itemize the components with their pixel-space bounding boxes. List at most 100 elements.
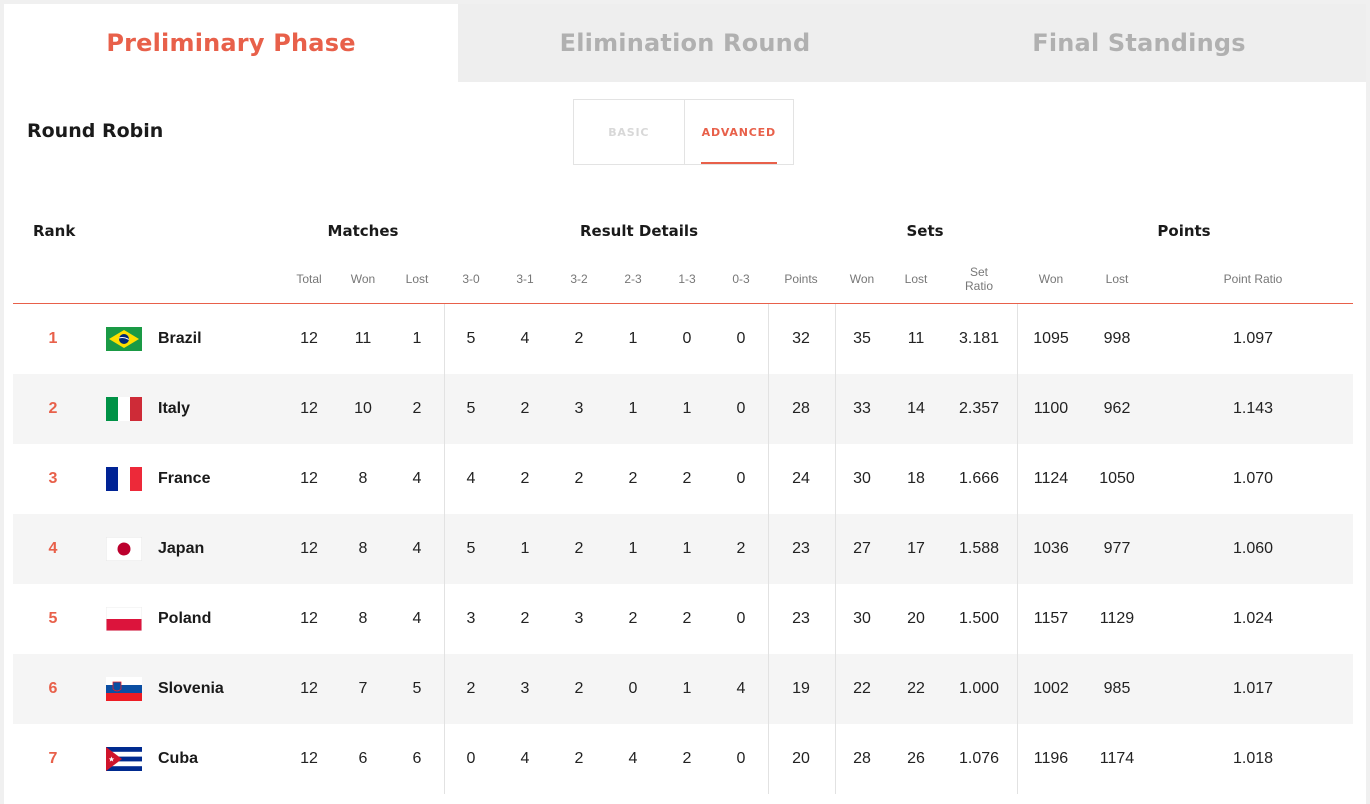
table-row[interactable]: 4 Japan 12 8 4 5 1 2 1 1 2 23 27 17 1.588 1036 977 1.060 [13,514,1353,584]
r32-cell: 2 [574,330,584,347]
column-header-sets-lost: Lost [904,272,928,286]
lost-cell: 4 [412,470,422,487]
column-header-pts-won: Won [1038,272,1064,286]
sets-lost-cell: 26 [907,750,925,767]
team-name[interactable]: Poland [158,584,211,654]
r23-cell: 2 [628,610,638,627]
won-cell: 10 [354,400,372,417]
total-cell: 12 [300,400,318,417]
table-body: 1 Brazil 12 11 1 5 4 2 1 0 0 32 35 11 3.181 1095 998 1.09… [13,304,1353,794]
total-cell: 12 [300,470,318,487]
column-divider [1017,654,1018,724]
advanced-view-button[interactable]: ADVANCED [683,100,794,164]
column-header-points: Points [784,272,818,286]
column-header-r03: 0-3 [732,272,750,286]
tab-preliminary-phase[interactable]: Preliminary Phase [4,4,458,82]
table-row[interactable]: 1 Brazil 12 11 1 5 4 2 1 0 0 32 35 11 3.181 1095 998 1.09… [13,304,1353,374]
tab-final-standings[interactable]: Final Standings [912,4,1366,82]
sets-lost-cell: 17 [907,540,925,557]
standings-table: Rank Matches Result Details Sets Points … [13,210,1353,794]
france-flag-icon [106,467,142,491]
r32-cell: 3 [574,610,584,627]
sets-won-cell: 33 [853,400,871,417]
r30-cell: 4 [466,470,476,487]
r13-cell: 1 [682,400,692,417]
rank-cell: 7 [48,750,58,767]
point-ratio-cell: 1.143 [1232,400,1274,417]
lost-cell: 4 [412,610,422,627]
r32-cell: 2 [574,470,584,487]
column-divider [835,654,836,724]
won-cell: 7 [358,680,368,697]
r30-cell: 0 [466,750,476,767]
team-name[interactable]: Slovenia [158,654,224,724]
total-cell: 12 [300,680,318,697]
rank-cell: 1 [48,330,58,347]
sets-lost-cell: 14 [907,400,925,417]
team-name[interactable]: Italy [158,374,190,444]
view-toggle: BASIC ADVANCED [573,99,794,165]
r03-cell: 2 [736,540,746,557]
r32-cell: 2 [574,680,584,697]
column-divider [1017,374,1018,444]
pts-won-cell: 1002 [1033,680,1069,697]
r23-cell: 4 [628,750,638,767]
r03-cell: 0 [736,330,746,347]
cuba-flag-icon [106,747,142,771]
r23-cell: 1 [628,540,638,557]
table-row[interactable]: 2 Italy 12 10 2 5 2 3 1 1 0 28 33 14 2.357 1100 962 1.143 [13,374,1353,444]
lost-cell: 4 [412,540,422,557]
table-row[interactable]: 7 Cuba 12 6 6 0 4 2 4 2 0 20 28 26 1.076 1196 1174 1.018 [13,724,1353,794]
result-details-header: Result Details [580,222,698,240]
point-ratio-cell: 1.097 [1232,330,1274,347]
column-divider [444,724,445,794]
team-name[interactable]: France [158,444,210,514]
won-cell: 8 [358,540,368,557]
rank-cell: 5 [48,610,58,627]
points-cell: 28 [792,400,810,417]
sets-header: Sets [906,222,944,240]
column-divider [768,654,769,724]
point-ratio-cell: 1.018 [1232,750,1274,767]
table-row[interactable]: 6 Slovenia 12 7 5 2 3 2 0 1 4 19 22 22 1.000 1002 985 1.0… [13,654,1353,724]
table-row[interactable]: 5 Poland 12 8 4 3 2 3 2 2 0 23 30 20 1.500 1157 1129 1.02… [13,584,1353,654]
pts-lost-cell: 977 [1103,540,1131,557]
italy-flag-icon [106,397,142,421]
sets-won-cell: 30 [853,470,871,487]
points-header: Points [1157,222,1211,240]
r31-cell: 2 [520,610,530,627]
r23-cell: 0 [628,680,638,697]
team-name[interactable]: Brazil [158,304,202,374]
total-cell: 12 [300,610,318,627]
column-divider [835,444,836,514]
pts-lost-cell: 1050 [1099,470,1135,487]
r03-cell: 0 [736,750,746,767]
rank-header: Rank [33,222,76,240]
total-cell: 12 [300,330,318,347]
table-row[interactable]: 3 France 12 8 4 4 2 2 2 2 0 24 30 18 1.666 1124 1050 1.07… [13,444,1353,514]
column-divider [1017,444,1018,514]
point-ratio-cell: 1.017 [1232,680,1274,697]
tab-elimination-round[interactable]: Elimination Round [458,4,912,82]
sets-lost-cell: 22 [907,680,925,697]
lost-cell: 1 [412,330,422,347]
r13-cell: 2 [682,750,692,767]
r31-cell: 4 [520,750,530,767]
r23-cell: 2 [628,470,638,487]
r03-cell: 0 [736,610,746,627]
column-divider [768,444,769,514]
points-cell: 23 [792,610,810,627]
team-name[interactable]: Japan [158,514,204,584]
team-name[interactable]: Cuba [158,724,198,794]
pts-won-cell: 1124 [1033,470,1069,487]
pts-lost-cell: 998 [1103,330,1131,347]
r13-cell: 1 [682,540,692,557]
column-header-total: Total [296,272,322,286]
pts-lost-cell: 1129 [1099,610,1135,627]
column-divider [444,374,445,444]
total-cell: 12 [300,750,318,767]
column-divider [444,514,445,584]
set-ratio-cell: 1.666 [958,470,1000,487]
pts-won-cell: 1100 [1033,400,1069,417]
basic-view-button[interactable]: BASIC [574,100,684,164]
